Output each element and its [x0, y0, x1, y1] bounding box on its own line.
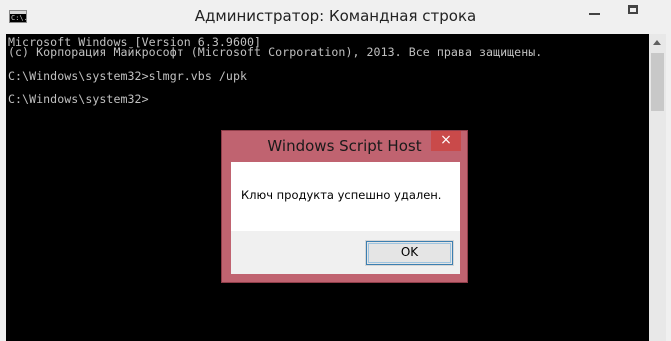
vertical-scrollbar[interactable]: [649, 34, 666, 341]
minimize-icon: [589, 13, 600, 15]
maximize-button[interactable]: [614, 0, 652, 20]
script-host-dialog: Windows Script Host × Ключ продукта успе…: [221, 130, 468, 283]
window-frame-right: [666, 34, 671, 341]
scroll-thumb[interactable]: [651, 53, 664, 111]
dialog-footer: OK: [231, 231, 460, 274]
title-bar[interactable]: C:\. Администратор: Командная строка: [0, 0, 671, 34]
ok-button-label: OK: [400, 245, 419, 259]
dialog-close-button[interactable]: ×: [431, 131, 461, 151]
dialog-message: Ключ продукта успешно удален.: [241, 188, 442, 202]
ok-button[interactable]: OK: [365, 240, 454, 266]
console-line-prompt: C:\Windows\system32>: [8, 92, 149, 106]
minimize-button[interactable]: [576, 0, 614, 20]
console-line-copyright: (c) Корпорация Майкрософт (Microsoft Cor…: [8, 45, 543, 59]
scroll-up-button[interactable]: [649, 34, 666, 51]
maximize-icon: [628, 5, 638, 14]
console-line-command: C:\Windows\system32>slmgr.vbs /upk: [8, 69, 248, 83]
window-title: Администратор: Командная строка: [194, 7, 477, 25]
close-icon: ×: [440, 132, 452, 148]
dialog-body: Ключ продукта успешно удален.: [231, 162, 460, 231]
chevron-up-icon: [653, 40, 661, 45]
